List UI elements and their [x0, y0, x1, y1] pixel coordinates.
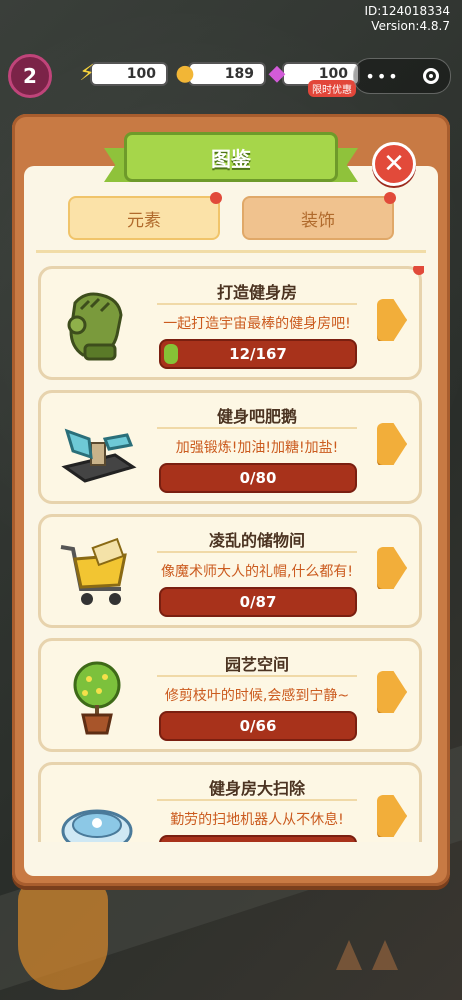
card-title: 园艺空间 — [224, 655, 289, 674]
card-title-underline — [157, 303, 357, 305]
card-arrow-button[interactable] — [377, 795, 407, 837]
miniprogram-capsule: ••• — [353, 58, 451, 94]
card-arrow-button[interactable] — [377, 671, 407, 713]
notification-dot — [210, 192, 222, 204]
progress-bar: 12/167 — [159, 339, 357, 369]
plant-icon — [73, 661, 121, 735]
collection-card[interactable]: 凌乱的储物间 像魔术师大人的礼帽,什么都有! 0/87 — [38, 514, 422, 628]
progress-text: 0/66 — [239, 717, 277, 735]
card-title: 凌乱的储物间 — [208, 531, 305, 550]
tab-divider — [36, 250, 426, 253]
exit-icon[interactable] — [422, 68, 439, 84]
limited-offer-badge[interactable]: 限时优惠 — [308, 80, 356, 97]
background-energy-sign — [18, 880, 108, 990]
collection-card[interactable]: 健身吧肥鹅 加强锻炼!加油!加糖!加盐! 0/80 — [38, 390, 422, 504]
card-description: 加强锻炼!加油!加糖!加盐! — [175, 440, 339, 456]
card-arrow-button[interactable] — [377, 299, 407, 341]
card-title-underline — [157, 799, 357, 801]
card-description: 勤劳的扫地机器人从不休息! — [170, 812, 344, 828]
progress-text: 0/87 — [239, 593, 277, 611]
version-number: Version:4.8.7 — [371, 19, 450, 33]
coin-icon: ● — [175, 60, 195, 86]
progress-bar: 0/80 — [159, 463, 357, 493]
close-button[interactable]: ✕ — [372, 142, 416, 186]
tab-elements[interactable]: 元素 — [68, 192, 222, 240]
card-arrow-button[interactable] — [377, 423, 407, 465]
bench-icon — [61, 428, 137, 483]
more-icon[interactable]: ••• — [365, 67, 399, 86]
card-title-underline — [157, 675, 357, 677]
card-title: 健身房大扫除 — [208, 779, 305, 798]
top-resource-bar: 2 100 ⚡ 189 ● 100 ◆ 限时优惠 ••• — [8, 54, 458, 98]
gem-icon: ◆ — [268, 60, 286, 86]
card-description: 修剪枝叶的时候,会感到宁静~ — [164, 688, 350, 704]
progress-bar: 0/66 — [159, 711, 357, 741]
progress-text: 12/167 — [229, 345, 287, 363]
cart-icon — [60, 537, 127, 605]
collection-list[interactable]: 打造健身房 一起打造宇宙最棒的健身房吧! 12/167 健身吧肥鹅 加强锻炼!加… — [38, 266, 424, 856]
panel-title: 图鉴 — [124, 132, 338, 182]
progress-bar: 0/87 — [159, 587, 357, 617]
card-description: 像魔术师大人的礼帽,什么都有! — [160, 564, 354, 580]
card-arrow-button[interactable] — [377, 547, 407, 589]
glove-icon — [67, 292, 123, 361]
close-icon: ✕ — [383, 149, 405, 179]
version-info: ID:124018334 Version:4.8.7 — [364, 4, 450, 34]
card-title-underline — [157, 551, 357, 553]
tab-decorations[interactable]: 装饰 — [242, 192, 396, 240]
panel-bottom-edge — [24, 842, 438, 876]
card-title-underline — [157, 427, 357, 429]
progress-text: 0/80 — [239, 469, 277, 487]
user-id: ID:124018334 — [364, 4, 450, 18]
level-badge[interactable]: 2 — [8, 54, 52, 98]
card-description: 一起打造宇宙最棒的健身房吧! — [163, 316, 351, 332]
card-title: 健身吧肥鹅 — [216, 407, 297, 426]
collection-card[interactable]: 打造健身房 一起打造宇宙最棒的健身房吧! 12/167 — [38, 266, 424, 380]
notification-dot — [413, 266, 424, 275]
notification-dot — [384, 192, 396, 204]
card-title: 打造健身房 — [216, 283, 297, 302]
energy-icon: ⚡ — [79, 60, 95, 86]
collection-card[interactable]: 园艺空间 修剪枝叶的时候,会感到宁静~ 0/66 — [38, 638, 422, 752]
